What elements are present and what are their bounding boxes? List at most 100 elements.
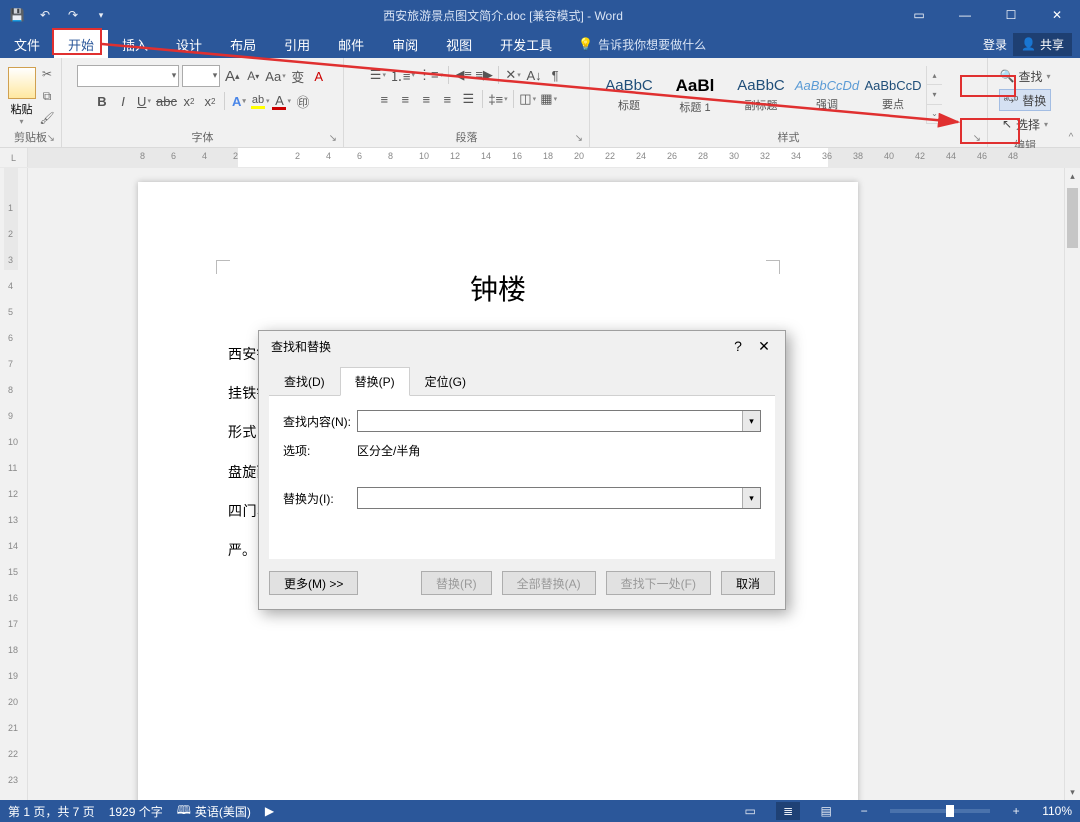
scrollbar-thumb[interactable]: [1067, 188, 1078, 248]
align-center-button[interactable]: ≡: [396, 89, 414, 109]
help-icon[interactable]: ?: [725, 338, 751, 354]
align-right-button[interactable]: ≡: [417, 89, 435, 109]
zoom-slider[interactable]: [890, 809, 990, 813]
style-points[interactable]: AaBbCcD要点: [860, 66, 926, 124]
qat-more-icon[interactable]: ▾: [92, 6, 110, 24]
enclose-char-button[interactable]: ㊞: [294, 91, 312, 111]
close-icon[interactable]: ✕: [1034, 0, 1080, 30]
tab-review[interactable]: 审阅: [378, 30, 432, 58]
read-mode-icon[interactable]: ▭: [738, 802, 762, 820]
document-heading[interactable]: 钟楼: [228, 268, 768, 308]
cut-icon[interactable]: ✂: [39, 66, 55, 82]
collapse-ribbon-icon[interactable]: ^: [1062, 58, 1080, 147]
find-what-input[interactable]: ▾: [357, 410, 761, 432]
tab-find[interactable]: 查找(D): [269, 367, 340, 396]
dialog-launcher-icon[interactable]: ↘: [47, 133, 55, 144]
tab-layout[interactable]: 布局: [216, 30, 270, 58]
status-language[interactable]: 🕮英语(美国): [177, 801, 251, 822]
phonetic-guide-button[interactable]: 变: [289, 66, 307, 86]
styles-scroller[interactable]: ▴▾⌄: [926, 66, 942, 124]
maximize-icon[interactable]: ☐: [988, 0, 1034, 30]
tab-mailings[interactable]: 邮件: [324, 30, 378, 58]
clear-format-button[interactable]: A: [310, 66, 328, 86]
change-case-button[interactable]: Aa▾: [265, 66, 285, 86]
sort-button[interactable]: A↓: [525, 65, 543, 85]
vertical-ruler[interactable]: 123456789101112131415161718192021222324: [0, 168, 28, 800]
strike-button[interactable]: abc: [156, 91, 177, 111]
status-word-count[interactable]: 1929 个字: [109, 803, 163, 820]
chevron-down-icon[interactable]: ▾: [742, 411, 760, 431]
decrease-indent-button[interactable]: ◀≡: [454, 65, 472, 85]
save-icon[interactable]: 💾: [8, 6, 26, 24]
distribute-button[interactable]: ☰: [459, 89, 477, 109]
dialog-launcher-icon[interactable]: ↘: [575, 133, 583, 144]
status-page[interactable]: 第 1 页，共 7 页: [8, 803, 95, 820]
show-marks-button[interactable]: ¶: [546, 65, 564, 85]
replace-button[interactable]: ᵃ⤷ᵇ替换: [999, 89, 1051, 111]
select-button[interactable]: ↖选择▾: [998, 113, 1052, 135]
font-color-button[interactable]: A▾: [272, 91, 291, 111]
tab-insert[interactable]: 插入: [108, 30, 162, 58]
cancel-button[interactable]: 取消: [721, 571, 775, 595]
format-painter-icon[interactable]: 🖌: [39, 110, 55, 126]
style-emphasis[interactable]: AaBbCcDd强调: [794, 66, 860, 124]
ribbon-display-icon[interactable]: ▭: [896, 0, 942, 30]
tab-developer[interactable]: 开发工具: [486, 30, 566, 58]
zoom-out-icon[interactable]: −: [852, 802, 876, 820]
subscript-button[interactable]: x2: [180, 91, 198, 111]
redo-icon[interactable]: ↷: [64, 6, 82, 24]
bullets-button[interactable]: ☰▾: [369, 65, 387, 85]
find-button[interactable]: 🔍查找▾: [996, 65, 1055, 87]
dialog-launcher-icon[interactable]: ↘: [329, 133, 337, 144]
print-layout-icon[interactable]: ≣: [776, 802, 800, 820]
line-spacing-button[interactable]: ‡≡▾: [488, 89, 507, 109]
shrink-font-button[interactable]: A▾: [244, 66, 262, 86]
undo-icon[interactable]: ↶: [36, 6, 54, 24]
highlight-button[interactable]: ab▾: [251, 91, 270, 111]
zoom-level[interactable]: 110%: [1042, 804, 1072, 818]
align-left-button[interactable]: ≡: [375, 89, 393, 109]
increase-indent-button[interactable]: ≡▶: [475, 65, 493, 85]
tab-view[interactable]: 视图: [432, 30, 486, 58]
macro-record-icon[interactable]: ▶: [265, 804, 274, 818]
grow-font-button[interactable]: A▴: [223, 66, 241, 86]
replace-one-button[interactable]: 替换(R): [421, 571, 492, 595]
text-effects-button[interactable]: A▾: [230, 91, 248, 111]
shading-button[interactable]: ◫▾: [519, 89, 537, 109]
underline-button[interactable]: U▾: [135, 91, 153, 111]
multilevel-button[interactable]: ⋮≡▾: [418, 65, 443, 85]
horizontal-ruler[interactable]: 8642246810121416182022242628303234363840…: [28, 148, 1080, 167]
web-layout-icon[interactable]: ▤: [814, 802, 838, 820]
vertical-scrollbar[interactable]: ▴ ▾: [1064, 168, 1080, 800]
paste-button[interactable]: 粘贴 ▾: [6, 63, 37, 126]
bold-button[interactable]: B: [93, 91, 111, 111]
asian-layout-button[interactable]: ✕▾: [504, 65, 522, 85]
superscript-button[interactable]: x2: [201, 91, 219, 111]
more-button[interactable]: 更多(M) >>: [269, 571, 358, 595]
tell-me-input[interactable]: 💡 告诉我你想要做什么: [566, 30, 706, 58]
scroll-down-icon[interactable]: ▾: [1065, 784, 1080, 800]
italic-button[interactable]: I: [114, 91, 132, 111]
find-next-button[interactable]: 查找下一处(F): [606, 571, 711, 595]
tab-file[interactable]: 文件: [0, 30, 54, 58]
scroll-up-icon[interactable]: ▴: [1065, 168, 1080, 184]
style-heading1[interactable]: AaBl标题 1: [662, 66, 728, 124]
numbering-button[interactable]: ⒈≡▾: [390, 65, 415, 85]
replace-all-button[interactable]: 全部替换(A): [502, 571, 596, 595]
style-subtitle[interactable]: AaBbC副标题: [728, 66, 794, 124]
tab-home[interactable]: 开始: [54, 30, 108, 58]
chevron-down-icon[interactable]: ▾: [742, 488, 760, 508]
copy-icon[interactable]: ⧉: [39, 88, 55, 104]
justify-button[interactable]: ≡: [438, 89, 456, 109]
style-title[interactable]: AaBbC标题: [596, 66, 662, 124]
tab-design[interactable]: 设计: [162, 30, 216, 58]
font-name-input[interactable]: ▾: [77, 65, 179, 87]
close-icon[interactable]: ✕: [751, 338, 777, 355]
share-button[interactable]: 👤 共享: [1013, 33, 1072, 56]
dialog-launcher-icon[interactable]: ↘: [973, 133, 981, 144]
tab-replace[interactable]: 替换(P): [340, 367, 410, 396]
borders-button[interactable]: ▦▾: [540, 89, 558, 109]
font-size-input[interactable]: ▾: [182, 65, 220, 87]
tab-goto[interactable]: 定位(G): [410, 367, 481, 396]
replace-with-input[interactable]: ▾: [357, 487, 761, 509]
